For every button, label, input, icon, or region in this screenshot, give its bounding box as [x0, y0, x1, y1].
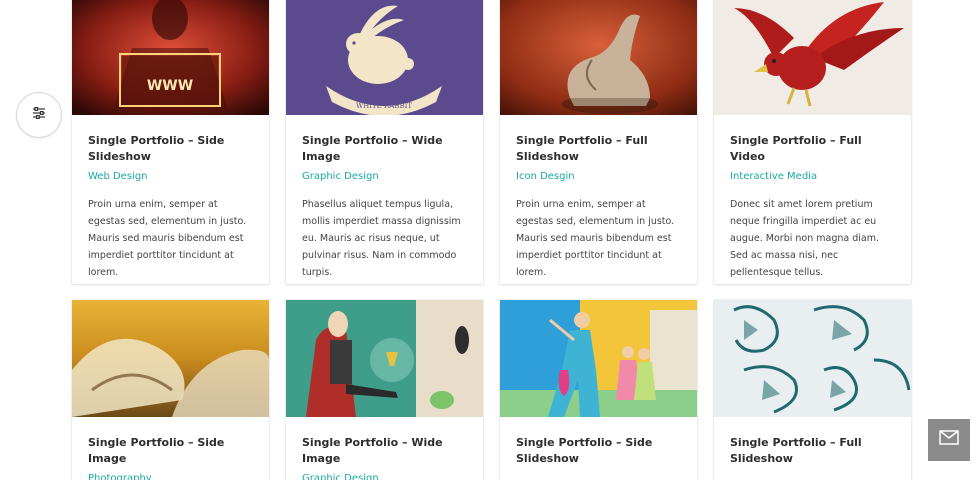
thumbnail-white-rabbit[interactable]: WHITE RABBIT	[286, 0, 483, 115]
thumbnail-wave[interactable]	[72, 300, 269, 417]
thumbnail-character[interactable]	[286, 300, 483, 417]
filter-button[interactable]	[16, 92, 62, 138]
portfolio-card[interactable]: WHITE RABBIT Single Portfolio – Wide Ima…	[286, 0, 483, 284]
card-title[interactable]: Single Portfolio – Wide Image	[302, 435, 469, 467]
thumbnail-sketch-faces[interactable]	[714, 300, 911, 417]
card-category[interactable]: Graphic Design	[302, 472, 469, 480]
portfolio-card[interactable]: Single Portfolio – Side Slideshow	[500, 300, 697, 480]
card-category[interactable]: Web Design	[88, 170, 255, 184]
card-category[interactable]: Interactive Media	[730, 170, 897, 184]
card-title[interactable]: Single Portfolio – Full Slideshow	[516, 133, 683, 165]
sliders-icon	[32, 106, 46, 124]
card-description: Phasellus aliquet tempus ligula, mollis …	[302, 199, 461, 278]
envelope-icon	[939, 430, 959, 450]
thumbnail-rabbit-text: WHITE RABBIT	[356, 102, 412, 110]
card-category[interactable]: Photography	[88, 472, 255, 480]
card-title[interactable]: Single Portfolio – Wide Image	[302, 133, 469, 165]
portfolio-card[interactable]: Single Portfolio – Wide Image Graphic De…	[286, 300, 483, 480]
contact-button[interactable]	[928, 419, 970, 461]
thumbnail-sculpture[interactable]	[500, 0, 697, 115]
portfolio-card[interactable]: WWW Single Portfolio – Side Slideshow We…	[72, 0, 269, 284]
portfolio-card[interactable]: Single Portfolio – Full Slideshow Icon D…	[500, 0, 697, 284]
card-category[interactable]: Graphic Design	[302, 170, 469, 184]
card-title[interactable]: Single Portfolio – Side Slideshow	[516, 435, 683, 467]
card-title[interactable]: Single Portfolio – Full Video	[730, 133, 897, 165]
card-title[interactable]: Single Portfolio – Side Image	[88, 435, 255, 467]
thumbnail-red-bird[interactable]	[714, 0, 911, 115]
card-title[interactable]: Single Portfolio – Side Slideshow	[88, 133, 255, 165]
card-description: Proin urna enim, semper at egestas sed, …	[88, 199, 247, 278]
thumbnail-www[interactable]: WWW	[72, 0, 269, 115]
card-description: Proin urna enim, semper at egestas sed, …	[516, 199, 675, 278]
portfolio-card[interactable]: Single Portfolio – Side Image Photograph…	[72, 300, 269, 480]
portfolio-card[interactable]: Single Portfolio – Full Video Interactiv…	[714, 0, 911, 284]
thumbnail-www-text: WWW	[147, 78, 193, 94]
card-description: Donec sit amet lorem pretium neque fring…	[730, 199, 879, 278]
card-category[interactable]: Icon Desgin	[516, 170, 683, 184]
portfolio-card[interactable]: Single Portfolio – Full Slideshow	[714, 300, 911, 480]
card-title[interactable]: Single Portfolio – Full Slideshow	[730, 435, 897, 467]
thumbnail-fashion[interactable]	[500, 300, 697, 417]
